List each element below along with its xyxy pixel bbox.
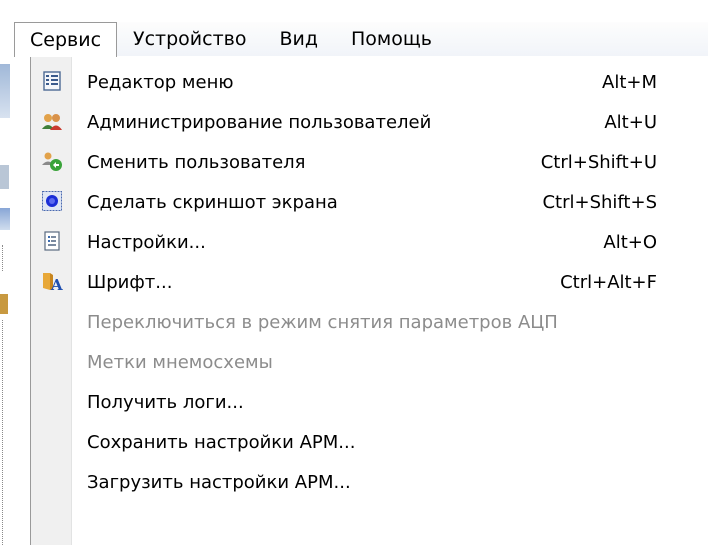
svg-text:A: A xyxy=(50,276,63,292)
service-dropdown-menu: Редактор меню Alt+M Администрирование по… xyxy=(30,56,708,545)
background-panel-border xyxy=(2,245,7,271)
menu-help[interactable]: Помощь xyxy=(335,22,449,56)
menu-item-menu-editor[interactable]: Редактор меню Alt+M xyxy=(31,62,671,102)
menu-item-label: Редактор меню xyxy=(87,71,234,93)
menu-item-shortcut: Alt+U xyxy=(604,111,657,133)
menu-item-mnemonic-labels: Метки мнемосхемы xyxy=(31,342,671,382)
background-toolbar-fragment xyxy=(0,208,10,230)
menu-item-label: Метки мнемосхемы xyxy=(87,351,273,373)
background-panel-border xyxy=(2,320,7,545)
menu-item-label: Получить логи... xyxy=(87,391,244,413)
menu-item-label: Переключиться в режим снятия параметров … xyxy=(87,311,558,333)
menu-item-shortcut: Ctrl+Alt+F xyxy=(560,271,657,293)
menu-item-font[interactable]: A Шрифт... Ctrl+Alt+F xyxy=(31,262,671,302)
menu-device[interactable]: Устройство xyxy=(117,22,263,56)
menu-item-label: Настройки... xyxy=(87,231,206,253)
app-window: Сервис Устройство Вид Помощь Редактор ме… xyxy=(0,0,708,545)
menu-item-switch-adc-mode: Переключиться в режим снятия параметров … xyxy=(31,302,671,342)
menu-item-save-arm-settings[interactable]: Сохранить настройки АРМ... xyxy=(31,422,671,462)
screenshot-icon xyxy=(41,190,63,212)
menu-item-label: Сменить пользователя xyxy=(87,151,306,173)
menu-item-shortcut: Ctrl+Shift+U xyxy=(540,151,657,173)
menu-item-settings[interactable]: Настройки... Alt+O xyxy=(31,222,671,262)
background-toolbar-fragment xyxy=(0,64,10,118)
menu-item-user-administration[interactable]: Администрирование пользователей Alt+U xyxy=(31,102,671,142)
menu-item-label: Сделать скриншот экрана xyxy=(87,191,338,213)
menu-item-get-logs[interactable]: Получить логи... xyxy=(31,382,671,422)
menu-item-take-screenshot[interactable]: Сделать скриншот экрана Ctrl+Shift+S xyxy=(31,182,671,222)
menu-item-label: Сохранить настройки АРМ... xyxy=(87,431,356,453)
menu-bar: Сервис Устройство Вид Помощь xyxy=(14,22,708,57)
menu-editor-icon xyxy=(41,70,63,92)
switch-user-icon xyxy=(41,150,63,172)
background-toolbar-fragment xyxy=(0,165,9,189)
font-icon: A xyxy=(41,270,63,294)
menu-item-label: Шрифт... xyxy=(87,271,173,293)
menu-item-label: Загрузить настройки АРМ... xyxy=(87,471,351,493)
menu-item-switch-user[interactable]: Сменить пользователя Ctrl+Shift+U xyxy=(31,142,671,182)
users-icon xyxy=(41,110,63,132)
menu-item-label: Администрирование пользователей xyxy=(87,111,432,133)
settings-icon xyxy=(41,230,63,252)
menu-view[interactable]: Вид xyxy=(263,22,335,56)
menu-item-load-arm-settings[interactable]: Загрузить настройки АРМ... xyxy=(31,462,671,502)
menu-service[interactable]: Сервис xyxy=(14,22,118,57)
menu-item-shortcut: Alt+M xyxy=(602,71,657,93)
menu-item-shortcut: Ctrl+Shift+S xyxy=(542,191,657,213)
menu-item-shortcut: Alt+O xyxy=(603,231,657,253)
background-toolbar-fragment xyxy=(0,294,8,314)
